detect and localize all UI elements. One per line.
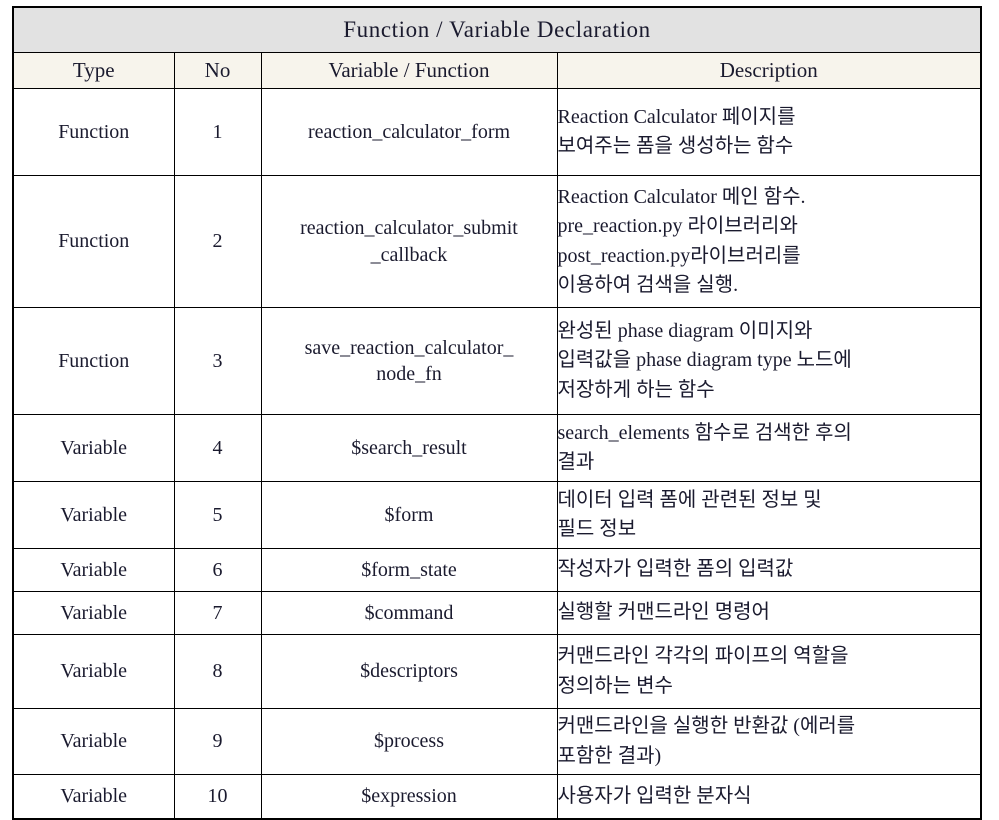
cell-type: Variable: [12, 414, 175, 482]
cell-variable: $command: [260, 591, 558, 635]
cell-description: search_elements 함수로 검색한 후의 결과: [556, 414, 982, 482]
table-title-text: Function / Variable Declaration: [343, 17, 651, 42]
cell-description: Reaction Calculator 메인 함수. pre_reaction.…: [556, 175, 982, 308]
cell-type: Variable: [12, 774, 175, 820]
cell-variable-text: reaction_calculator_submit _callback: [300, 217, 518, 266]
table-title: Function / Variable Declaration: [12, 6, 982, 53]
cell-description: Reaction Calculator 페이지를 보여주는 폼을 생성하는 함수: [556, 88, 982, 176]
table-row: Variable 10 $expression 사용자가 입력한 분자식: [12, 774, 982, 820]
cell-variable-text: $process: [374, 730, 444, 753]
table-row: Variable 8 $descriptors 커맨드라인 각각의 파이프의 역…: [12, 634, 982, 709]
cell-type: Function: [12, 175, 175, 308]
cell-description: 작성자가 입력한 폼의 입력값: [556, 548, 982, 592]
declaration-table-container: Function / Variable Declaration Type No …: [12, 6, 983, 820]
table-row: Function 2 reaction_calculator_submit _c…: [12, 175, 982, 308]
table-row: Variable 7 $command 실행할 커맨드라인 명령어: [12, 591, 982, 635]
cell-variable-text: $command: [364, 601, 454, 624]
cell-description: 데이터 입력 폼에 관련된 정보 및 필드 정보: [556, 481, 982, 549]
cell-type: Variable: [12, 708, 175, 775]
table-row: Variable 5 $form 데이터 입력 폼에 관련된 정보 및 필드 정…: [12, 481, 982, 549]
table-row: Variable 9 $process 커맨드라인을 실행한 반환값 (에러를 …: [12, 708, 982, 775]
column-header-no: No: [173, 52, 262, 89]
cell-variable: reaction_calculator_form: [260, 88, 558, 176]
function-variable-declaration-table: Function / Variable Declaration Type No …: [12, 6, 983, 820]
cell-no: 10: [173, 774, 262, 820]
table-title-row: Function / Variable Declaration: [12, 6, 982, 53]
cell-variable: $descriptors: [260, 634, 558, 709]
cell-type: Function: [12, 307, 175, 415]
cell-no: 1: [173, 88, 262, 176]
cell-variable-text: reaction_calculator_form: [307, 120, 511, 143]
cell-no: 8: [173, 634, 262, 709]
cell-variable-text: $expression: [361, 785, 457, 808]
cell-variable: $form: [260, 481, 558, 549]
cell-type: Variable: [12, 591, 175, 635]
cell-variable: save_reaction_calculator_ node_fn: [260, 307, 558, 415]
cell-description: 커맨드라인을 실행한 반환값 (에러를 포함한 결과): [556, 708, 982, 775]
cell-no: 5: [173, 481, 262, 549]
cell-type: Variable: [12, 548, 175, 592]
cell-variable: $expression: [260, 774, 558, 820]
cell-variable: $form_state: [260, 548, 558, 592]
cell-variable: $search_result: [260, 414, 558, 482]
cell-description: 완성된 phase diagram 이미지와 입력값을 phase diagra…: [556, 307, 982, 415]
cell-no: 3: [173, 307, 262, 415]
cell-no: 2: [173, 175, 262, 308]
cell-variable-text: save_reaction_calculator_ node_fn: [304, 336, 514, 385]
cell-variable: reaction_calculator_submit _callback: [260, 175, 558, 308]
column-header-variable-function: Variable / Function: [260, 52, 558, 89]
cell-type: Variable: [12, 634, 175, 709]
cell-variable-text: $descriptors: [360, 660, 458, 683]
cell-description: 사용자가 입력한 분자식: [556, 774, 982, 820]
cell-no: 4: [173, 414, 262, 482]
cell-type: Variable: [12, 481, 175, 549]
cell-no: 7: [173, 591, 262, 635]
cell-variable-text: $form: [384, 503, 434, 526]
column-header-type: Type: [12, 52, 175, 89]
column-header-description: Description: [556, 52, 982, 89]
cell-type: Function: [12, 88, 175, 176]
cell-variable: $process: [260, 708, 558, 775]
cell-variable-text: $form_state: [361, 558, 457, 581]
table-row: Variable 6 $form_state 작성자가 입력한 폼의 입력값: [12, 548, 982, 592]
cell-description: 실행할 커맨드라인 명령어: [556, 591, 982, 635]
cell-no: 9: [173, 708, 262, 775]
table-header-row: Type No Variable / Function Description: [12, 52, 982, 89]
cell-variable-text: $search_result: [351, 436, 467, 459]
table-row: Function 3 save_reaction_calculator_ nod…: [12, 307, 982, 415]
table-row: Function 1 reaction_calculator_form Reac…: [12, 88, 982, 176]
table-row: Variable 4 $search_result search_element…: [12, 414, 982, 482]
cell-no: 6: [173, 548, 262, 592]
cell-description: 커맨드라인 각각의 파이프의 역할을 정의하는 변수: [556, 634, 982, 709]
